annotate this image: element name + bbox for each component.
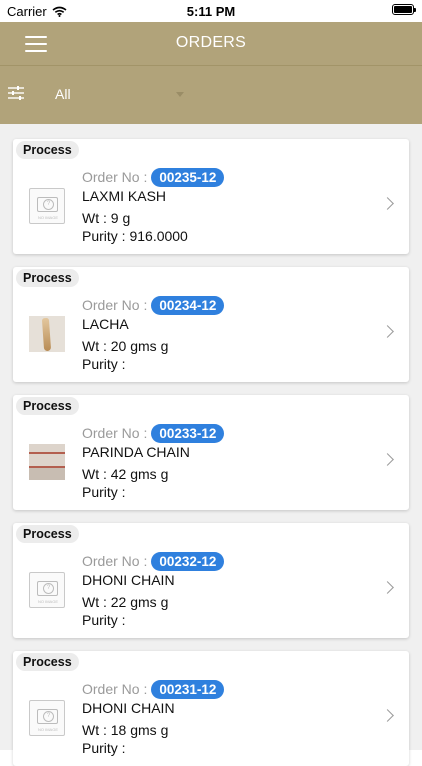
order-card[interactable]: Process ? NO IMAGE Order No : 00235-12 L… (13, 139, 409, 254)
order-card[interactable]: Process Order No : 00233-12 PARINDA CHAI… (13, 395, 409, 510)
order-no-badge: 00231-12 (151, 679, 225, 699)
status-time: 5:11 PM (186, 4, 236, 19)
item-purity: Purity : (82, 356, 126, 372)
chevron-right-icon (381, 581, 394, 594)
item-name: DHONI CHAIN (82, 572, 175, 588)
orders-list[interactable]: Process ? NO IMAGE Order No : 00235-12 L… (0, 124, 422, 766)
item-weight: Wt : 22 gms g (82, 594, 169, 610)
item-purity: Purity : (82, 484, 126, 500)
status-bar: Carrier 5:11 PM (0, 0, 422, 22)
chevron-right-icon (381, 453, 394, 466)
order-number-row: Order No : 00233-12 (82, 423, 225, 443)
no-image-label: NO IMAGE (37, 727, 58, 732)
status-badge: Process (16, 653, 79, 671)
page-title: ORDERS (175, 34, 247, 51)
order-number-row: Order No : 00232-12 (82, 551, 225, 571)
item-purity: Purity : 916.0000 (82, 228, 188, 244)
camera-placeholder-icon: ? NO IMAGE (29, 188, 65, 224)
order-no-badge: 00234-12 (151, 295, 225, 315)
order-card[interactable]: Process ? NO IMAGE Order No : 00232-12 D… (13, 523, 409, 638)
product-thumbnail (29, 444, 65, 480)
battery-icon (392, 4, 416, 15)
order-no-badge: 00232-12 (151, 551, 225, 571)
filter-bar: All (0, 65, 422, 125)
order-number-row: Order No : 00235-12 (82, 167, 225, 187)
item-purity: Purity : (82, 612, 126, 628)
status-badge: Process (16, 141, 79, 159)
item-name: PARINDA CHAIN (82, 444, 190, 460)
item-weight: Wt : 42 gms g (82, 466, 169, 482)
order-no-label: Order No : (82, 297, 148, 313)
order-card[interactable]: Process ? NO IMAGE Order No : 00231-12 D… (13, 651, 409, 766)
sliders-icon[interactable] (8, 86, 24, 100)
filter-selected-value: All (55, 86, 71, 102)
order-no-label: Order No : (82, 681, 148, 697)
chevron-right-icon (381, 709, 394, 722)
order-number-row: Order No : 00234-12 (82, 295, 225, 315)
camera-placeholder-icon: ? NO IMAGE (29, 572, 65, 608)
item-name: DHONI CHAIN (82, 700, 175, 716)
order-no-label: Order No : (82, 553, 148, 569)
order-no-badge: 00233-12 (151, 423, 225, 443)
item-weight: Wt : 20 gms g (82, 338, 169, 354)
no-image-label: NO IMAGE (37, 215, 58, 220)
status-badge: Process (16, 525, 79, 543)
chevron-right-icon (381, 197, 394, 210)
camera-placeholder-icon: ? NO IMAGE (29, 700, 65, 736)
product-thumbnail (29, 316, 65, 352)
order-number-row: Order No : 00231-12 (82, 679, 225, 699)
item-name: LACHA (82, 316, 129, 332)
status-badge: Process (16, 397, 79, 415)
order-no-badge: 00235-12 (151, 167, 225, 187)
item-purity: Purity : (82, 740, 126, 756)
order-no-label: Order No : (82, 169, 148, 185)
caret-down-icon (176, 92, 184, 97)
order-no-label: Order No : (82, 425, 148, 441)
app-header: ORDERS (0, 22, 422, 65)
item-weight: Wt : 18 gms g (82, 722, 169, 738)
item-weight: Wt : 9 g (82, 210, 131, 226)
item-name: LAXMI KASH (82, 188, 167, 204)
chevron-right-icon (381, 325, 394, 338)
status-filter-dropdown[interactable]: All (55, 84, 185, 104)
status-badge: Process (16, 269, 79, 287)
no-image-label: NO IMAGE (37, 599, 58, 604)
order-card[interactable]: Process Order No : 00234-12 LACHA Wt : 2… (13, 267, 409, 382)
